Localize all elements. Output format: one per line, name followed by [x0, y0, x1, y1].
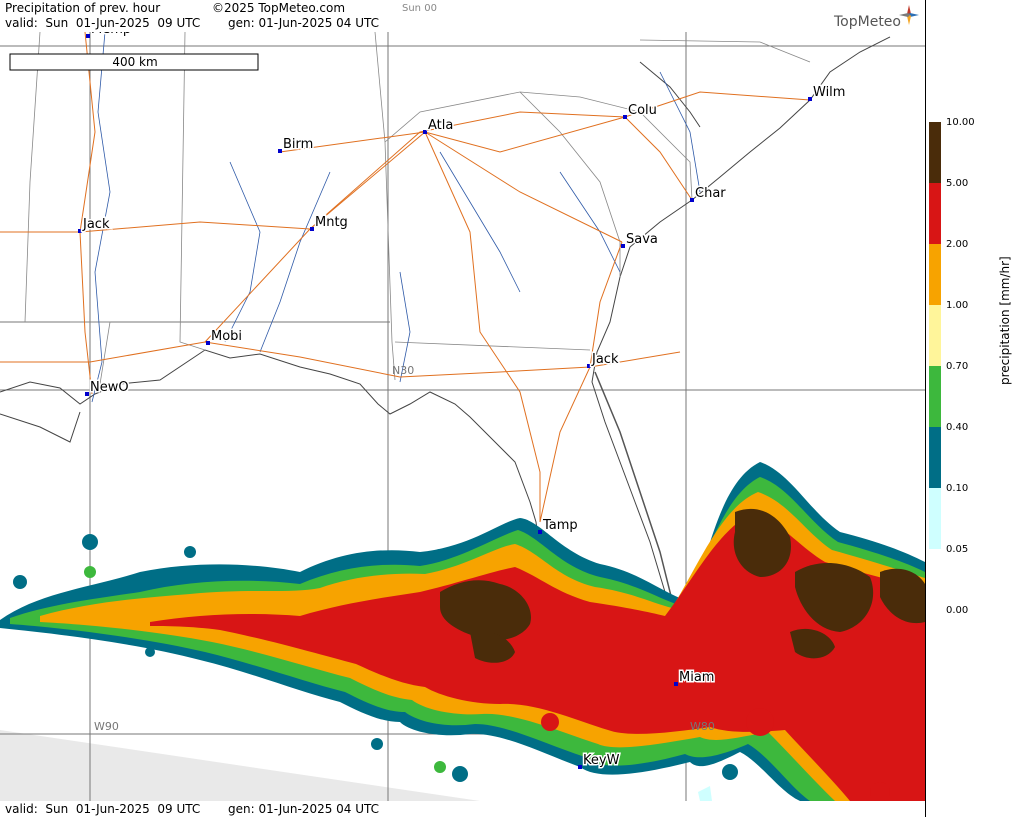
city-marker: [674, 682, 678, 686]
city-label: Sava: [626, 232, 658, 247]
city-marker: [86, 34, 90, 38]
legend-tick: 0.00: [946, 605, 969, 616]
footer: valid: Sun 01-Jun-2025 09 UTC gen: 01-Ju…: [0, 801, 925, 817]
precipitation-map[interactable]: 400 km N30 W90 W80 Memp Birm Atla Colu Wilm C…: [0, 32, 925, 801]
city-marker: [690, 198, 694, 202]
legend-tick: 1.00: [946, 300, 969, 311]
city-marker: [808, 97, 812, 101]
city-label: Atla: [428, 118, 453, 133]
header: Precipitation of prev. hour ©2025 TopMet…: [0, 0, 925, 32]
legend-tick: 5.00: [946, 178, 969, 189]
city-marker: [78, 229, 82, 233]
legend-tick: 0.40: [946, 422, 969, 433]
legend-swatch-10: [929, 122, 941, 183]
city-label: NewO: [90, 380, 129, 395]
lon-label-w90: W90: [94, 720, 119, 733]
city-label: Jack: [82, 217, 110, 232]
legend-swatch-2: [929, 244, 941, 305]
city-marker: [623, 115, 627, 119]
compass-star-icon: [899, 5, 919, 25]
legend-tick: 10.00: [946, 117, 975, 128]
scale-bar: 400 km: [9, 53, 259, 71]
city-marker: [85, 392, 89, 396]
legend-unit: precipitation [mm/hr]: [998, 256, 1012, 385]
city-label: Mntg: [315, 215, 348, 230]
topmeteo-logo: TopMeteo: [834, 14, 901, 30]
city-marker: [587, 364, 591, 368]
city-marker: [621, 244, 625, 248]
lon-label-w80: W80: [690, 720, 715, 733]
city-label: Tamp: [542, 518, 578, 533]
city-marker: [578, 765, 582, 769]
legend-swatch-1: [929, 305, 941, 366]
gen-time: gen: 01-Jun-2025 04 UTC: [228, 16, 380, 30]
city-marker: [310, 227, 314, 231]
legend-tick: 0.70: [946, 361, 969, 372]
map-title: Precipitation of prev. hour: [5, 1, 161, 15]
city-label: Birm: [283, 137, 313, 152]
city-label: Wilm: [813, 85, 845, 100]
copyright: ©2025 TopMeteo.com: [212, 1, 346, 15]
city-label: Memp: [91, 32, 131, 37]
city-label: Miam: [679, 670, 714, 685]
scale-label: 400 km: [112, 55, 157, 69]
city-label: Jack: [591, 352, 619, 367]
legend-swatch-5: [929, 183, 941, 244]
footer-gen-time: gen: 01-Jun-2025 04 UTC: [228, 802, 380, 816]
city-label: Colu: [628, 103, 657, 118]
legend-swatch-07: [929, 366, 941, 427]
city-marker: [206, 341, 210, 345]
legend-tick: 2.00: [946, 239, 969, 250]
legend: 10.00 5.00 2.00 1.00 0.70 0.40 0.10 0.05…: [925, 0, 1017, 817]
footer-valid-time: valid: Sun 01-Jun-2025 09 UTC: [5, 802, 201, 816]
legend-swatch-01: [929, 488, 941, 549]
city-label: KeyW: [583, 753, 620, 768]
city-marker: [538, 530, 542, 534]
lat-label-n30: N30: [392, 364, 414, 377]
valid-time: valid: Sun 01-Jun-2025 09 UTC: [5, 16, 201, 30]
city-marker: [278, 149, 282, 153]
legend-tick: 0.10: [946, 483, 969, 494]
run-label: Sun 00: [402, 3, 437, 14]
legend-tick: 0.05: [946, 544, 969, 555]
legend-swatch-04: [929, 427, 941, 488]
city-label: Char: [695, 186, 726, 201]
city-marker: [423, 130, 427, 134]
city-label: Mobi: [211, 329, 242, 344]
